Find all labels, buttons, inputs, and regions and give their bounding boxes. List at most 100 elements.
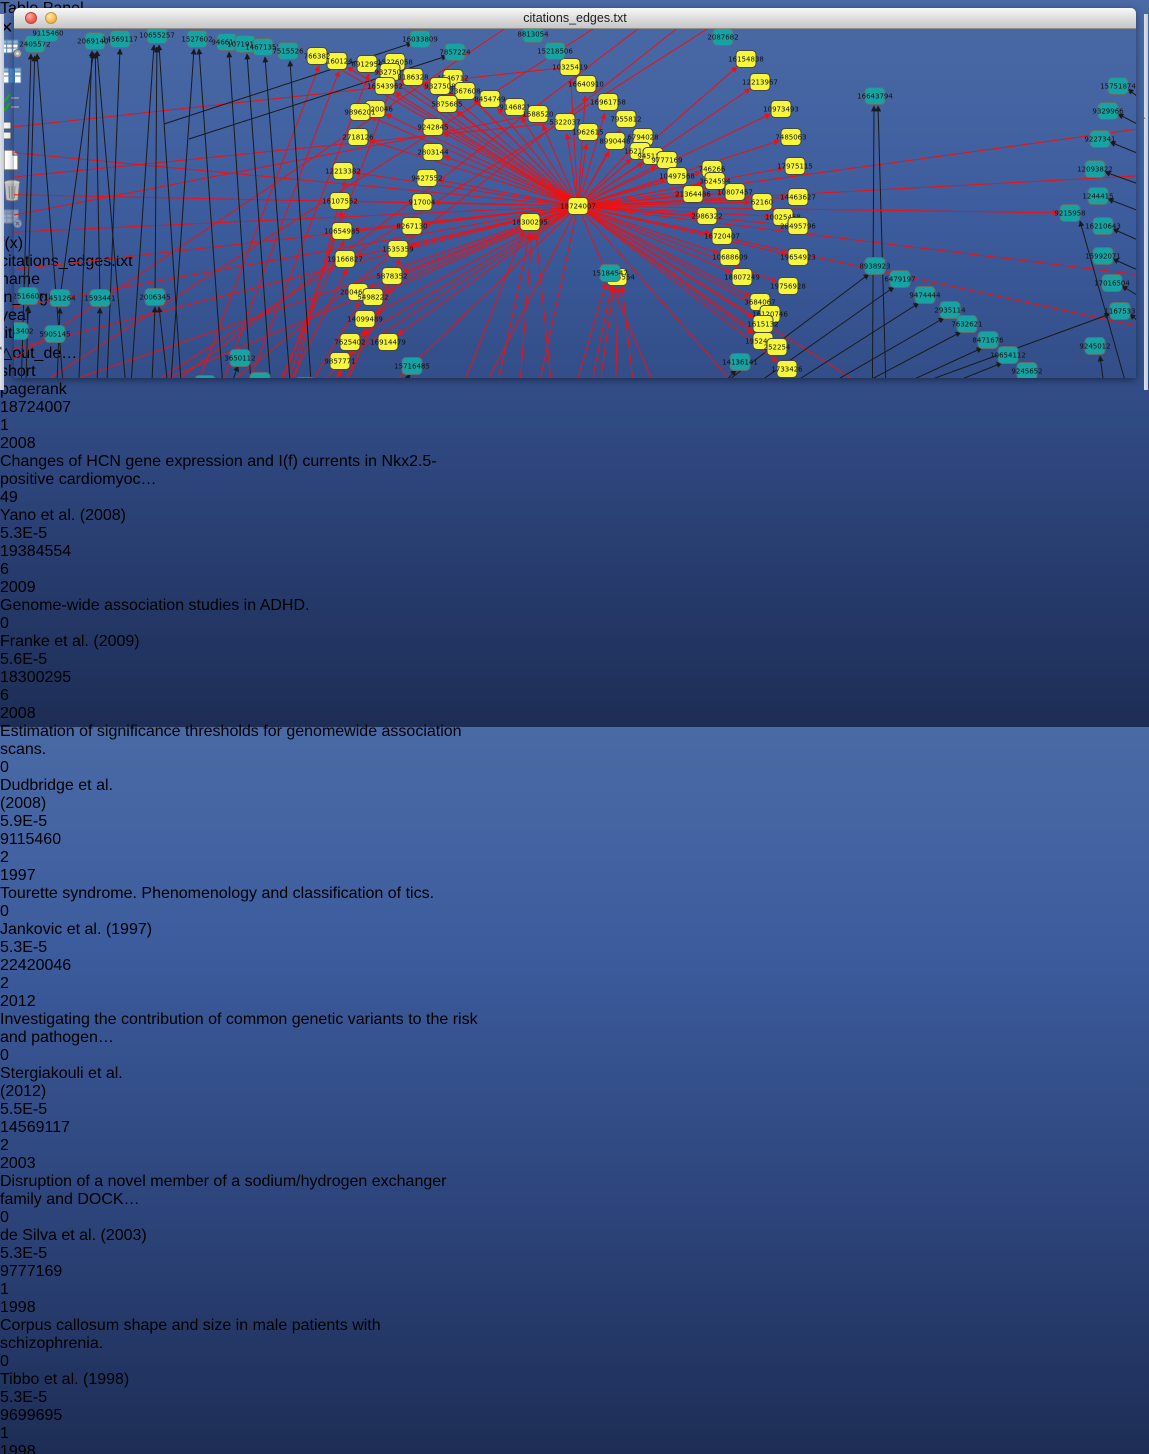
graph-node[interactable]: 14136141 — [722, 354, 758, 371]
graph-node[interactable]: 1733426 — [771, 361, 803, 378]
graph-node[interactable]: 18807249 — [724, 269, 760, 286]
graph-node-label: 1167533 — [1104, 308, 1135, 316]
graph-node[interactable]: 12093822 — [1077, 161, 1113, 178]
graph-node[interactable]: 12213382 — [325, 163, 361, 180]
window-titlebar[interactable]: citations_edges.txt — [14, 8, 1136, 29]
table-row[interactable]: 911546021997Tourette syndrome. Phenomeno… — [0, 831, 1149, 957]
graph-node[interactable]: 9245012 — [1079, 338, 1110, 355]
graph-node[interactable]: 2803144 — [417, 144, 449, 161]
table-cell: 2 — [0, 1137, 97, 1155]
graph-node-label: 16961758 — [590, 99, 626, 107]
graph-node[interactable]: 9474444 — [909, 287, 941, 304]
graph-node[interactable]: 18300295 — [512, 214, 548, 231]
graph-node[interactable]: 8267130 — [396, 218, 427, 235]
graph-node[interactable]: 1244415 — [1082, 188, 1113, 205]
graph-node[interactable]: 14463627 — [780, 189, 816, 206]
graph-node[interactable]: 10654112 — [990, 347, 1026, 364]
graph-node[interactable]: 16210643 — [1085, 218, 1121, 235]
graph-node[interactable]: 917004 — [409, 194, 436, 211]
table-row[interactable]: 1938455462009Genome-wide association stu… — [0, 543, 1149, 669]
graph-node[interactable]: 9245652 — [1011, 363, 1042, 379]
graph-node[interactable]: 9329966 — [1092, 103, 1124, 120]
graph-node[interactable]: 9215958 — [1054, 205, 1085, 222]
graph-node[interactable]: 10325419 — [552, 59, 588, 76]
graph-node[interactable]: 9427552 — [411, 170, 442, 187]
graph-node[interactable]: 252254 — [764, 339, 791, 356]
graph-node[interactable]: 9465546 — [289, 378, 321, 379]
graph-node-label: 10807457 — [717, 189, 753, 197]
column-header-pagerank[interactable]: pagerank — [0, 381, 97, 399]
left-panel-splitter[interactable]: ◂ — [0, 14, 4, 390]
graph-node-label: 15992071 — [1085, 253, 1121, 261]
graph-node[interactable]: 16643794 — [857, 88, 893, 105]
table-row[interactable]: 1872400712008Changes of HCN gene express… — [0, 399, 1149, 543]
graph-node[interactable]: 7857224 — [439, 44, 471, 61]
graph-node-label: 3650112 — [224, 355, 255, 363]
graph-node[interactable]: 12213967 — [742, 74, 778, 91]
graph-node-label: 19166827 — [327, 256, 363, 264]
graph-node[interactable]: 15992071 — [1085, 248, 1121, 265]
graph-node-label: 1733426 — [771, 366, 803, 374]
network-canvas[interactable]: 1872400791601248912954152260589327503818… — [14, 29, 1136, 383]
graph-node[interactable]: 10655257 — [139, 29, 175, 44]
graph-node-label: 1962615 — [572, 129, 603, 137]
graph-node-label: 9857771 — [324, 358, 355, 366]
graph-node-label: 15751874 — [1100, 83, 1136, 91]
graph-node-label: 7625402 — [334, 339, 365, 347]
collapse-right-arrow[interactable]: ▸ — [1142, 114, 1146, 122]
graph-node-label: 16210643 — [1085, 223, 1121, 231]
table-cell: 2012 — [0, 993, 80, 1011]
graph-node[interactable]: 9699695 — [189, 376, 220, 379]
graph-node[interactable]: 1535359 — [382, 241, 413, 258]
graph-edge — [578, 206, 694, 378]
graph-node[interactable]: 16154838 — [728, 51, 764, 68]
zoom-window-button[interactable] — [65, 12, 77, 24]
graph-node[interactable]: 8471676 — [972, 332, 1004, 349]
graph-node[interactable]: 9463627 — [244, 373, 275, 379]
table-row[interactable]: 977716911998Corpus callosum shape and si… — [0, 1263, 1149, 1407]
graph-node[interactable]: 1167533 — [1104, 303, 1135, 320]
graph-node-label: 14569117 — [102, 36, 138, 44]
graph-node[interactable]: 2986322 — [691, 208, 722, 225]
graph-node-label: 15716485 — [394, 363, 430, 371]
table-row[interactable]: 2242004622012Investigating the contribut… — [0, 957, 1149, 1119]
graph-node[interactable]: 5878352 — [376, 268, 407, 285]
graph-node[interactable]: 7485063 — [775, 129, 806, 146]
graph-node[interactable]: 8613402 — [14, 323, 34, 340]
graph-node[interactable]: 1527602 — [181, 31, 212, 48]
graph-node[interactable]: 7955812 — [610, 111, 641, 128]
graph-node-label: 17975115 — [777, 163, 813, 171]
graph-node[interactable]: 15716485 — [394, 358, 430, 375]
graph-node-label: 19756928 — [770, 283, 806, 291]
graph-node[interactable]: 16961758 — [590, 94, 626, 111]
graph-node[interactable]: 8813054 — [517, 29, 549, 43]
graph-node[interactable]: 17975115 — [777, 158, 813, 175]
network-graph-svg[interactable]: 1872400791601248912954152260589327503818… — [14, 29, 1136, 378]
graph-edge — [878, 106, 888, 378]
graph-node[interactable]: 10688609 — [712, 249, 748, 266]
table-row[interactable]: 1830029562008Estimation of significance … — [0, 669, 1149, 831]
graph-node[interactable]: 5905145 — [39, 326, 70, 343]
table-row[interactable]: 969969511998Structural magnetic resonanc… — [0, 1407, 1149, 1454]
graph-node[interactable]: 15751874 — [1100, 78, 1136, 95]
close-window-button[interactable] — [25, 12, 37, 24]
minimize-window-button[interactable] — [45, 12, 57, 24]
graph-node[interactable]: 16107552 — [322, 193, 358, 210]
graph-node-label: 9245012 — [1079, 343, 1110, 351]
graph-node[interactable]: 766382 — [304, 48, 331, 65]
graph-edge — [514, 234, 532, 378]
table-row[interactable]: 1456911722003Disruption of a novel membe… — [0, 1119, 1149, 1263]
graph-node-label: 2718126 — [342, 134, 374, 142]
graph-node[interactable]: 16914479 — [370, 334, 406, 351]
collapse-left-arrow[interactable]: ◂ — [0, 344, 2, 352]
graph-edge — [1128, 89, 1136, 104]
graph-node[interactable]: 62160 — [751, 194, 773, 211]
graph-node[interactable]: 19756928 — [770, 278, 806, 295]
table-cell: 0 — [0, 1353, 78, 1371]
graph-node[interactable]: 1451264 — [44, 290, 76, 307]
graph-node[interactable]: 14099489 — [347, 311, 383, 328]
graph-node[interactable]: 2087682 — [707, 29, 738, 46]
right-panel-splitter[interactable]: ▸ — [1144, 14, 1148, 390]
table-cell: 0 — [0, 1209, 78, 1227]
graph-node[interactable]: 10654985 — [324, 223, 360, 240]
